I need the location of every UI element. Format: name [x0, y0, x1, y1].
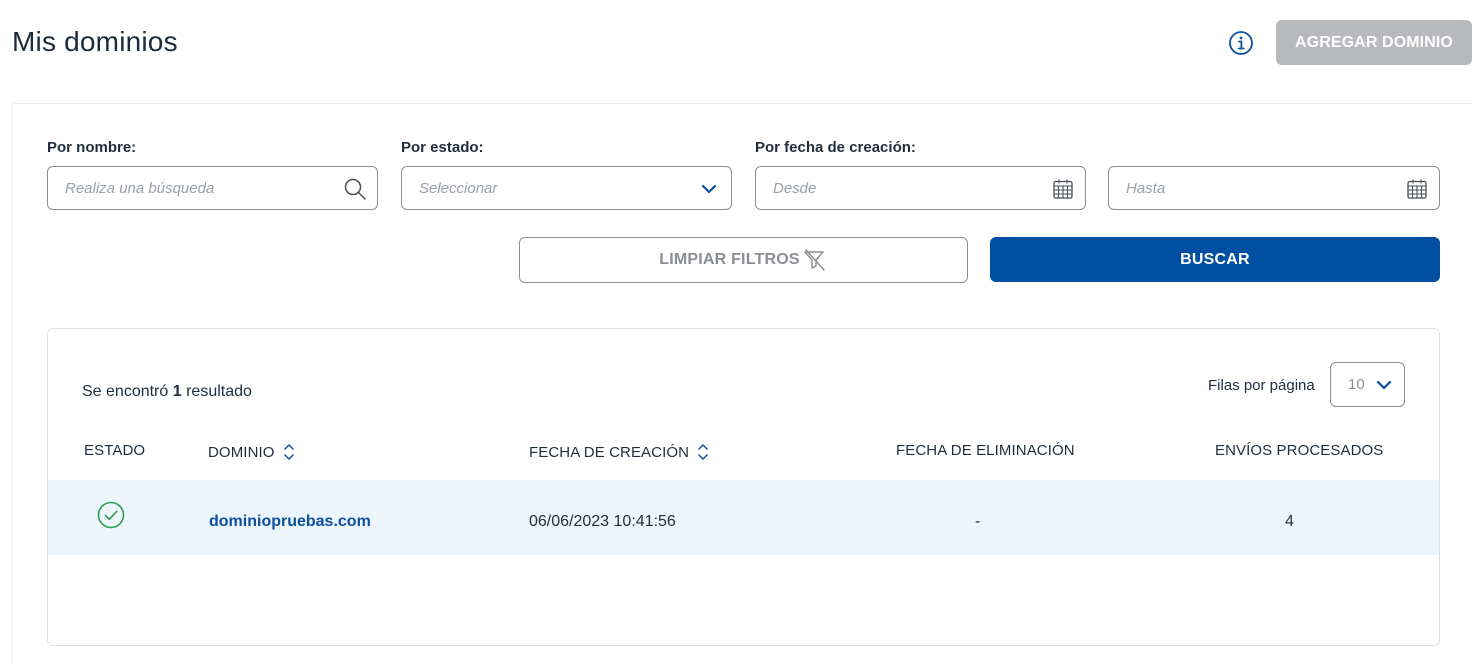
deleted-date: -	[975, 513, 981, 530]
calendar-icon[interactable]	[1405, 177, 1429, 201]
status-select[interactable]: Seleccionar	[401, 166, 732, 210]
table-row: dominiopruebas.com 06/06/2023 10:41:56 -…	[48, 480, 1439, 555]
chevron-down-icon	[1376, 380, 1392, 390]
column-header-envios: ENVÍOS PROCESADOS	[1215, 442, 1384, 459]
date-from-input[interactable]: Desde	[755, 166, 1086, 210]
created-date: 06/06/2023 10:41:56	[529, 513, 676, 530]
date-filter-label: Por fecha de creación:	[755, 139, 916, 156]
chevron-down-icon	[701, 184, 717, 194]
filter-off-icon	[804, 249, 825, 271]
status-select-placeholder: Seleccionar	[419, 180, 498, 197]
sort-icon[interactable]	[697, 442, 709, 462]
name-search-placeholder: Realiza una búsqueda	[65, 180, 215, 197]
clear-filters-label: LIMPIAR FILTROS	[659, 251, 800, 268]
date-from-placeholder: Desde	[773, 180, 817, 197]
name-search-input[interactable]: Realiza una búsqueda	[47, 166, 378, 210]
calendar-icon[interactable]	[1051, 177, 1075, 201]
column-header-estado: ESTADO	[84, 442, 146, 459]
column-header-fecha-eliminacion: FECHA DE ELIMINACIÓN	[896, 442, 1075, 459]
page-title: Mis dominios	[12, 26, 178, 57]
date-to-input[interactable]: Hasta	[1108, 166, 1440, 210]
results-count: Se encontró 1 resultado	[82, 383, 252, 400]
column-header-dominio[interactable]: DOMINIO	[208, 442, 295, 462]
add-domain-button[interactable]: AGREGAR DOMINIO	[1276, 20, 1472, 65]
domain-link[interactable]: dominiopruebas.com	[209, 513, 371, 531]
results-panel: Se encontró 1 resultado Filas por página…	[47, 328, 1440, 646]
status-filter-label: Por estado:	[401, 139, 484, 156]
date-to-placeholder: Hasta	[1126, 180, 1166, 197]
column-header-fecha-creacion[interactable]: FECHA DE CREACIÓN	[529, 442, 709, 462]
info-icon[interactable]	[1228, 30, 1254, 56]
search-button[interactable]: BUSCAR	[990, 237, 1440, 282]
check-circle-icon	[97, 501, 125, 529]
processed-count: 4	[1285, 513, 1294, 530]
rows-per-page-value: 10	[1348, 376, 1365, 393]
rows-per-page-select[interactable]: 10	[1330, 362, 1405, 407]
name-filter-label: Por nombre:	[47, 139, 137, 156]
search-icon[interactable]	[343, 177, 367, 201]
rows-per-page-label: Filas por página	[1208, 377, 1315, 394]
clear-filters-button[interactable]: LIMPIAR FILTROS	[519, 237, 968, 283]
sort-icon[interactable]	[283, 442, 295, 462]
